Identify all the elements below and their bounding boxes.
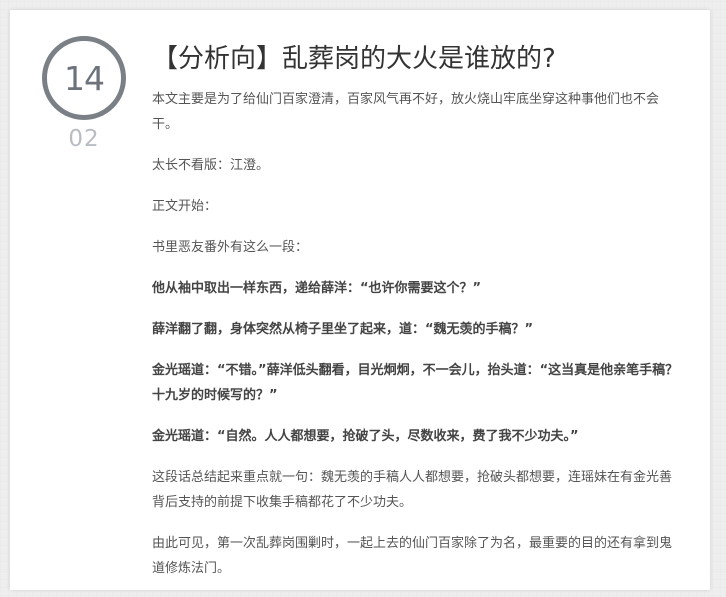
paragraph: 这段话总结起来重点就一句：魏无羡的手稿人人都想要，抢破头都想要，连瑶妹在有金光善…	[152, 470, 673, 510]
post-content: 【分析向】乱葬岗的大火是谁放的? 本文主要是为了给仙门百家澄清，百家风气再不好，…	[152, 42, 682, 597]
quote-paragraph: 薛洋翻了翻，身体突然从椅子里坐了起来，道：“魏无羡的手稿？”	[152, 322, 534, 337]
post-card: 14 02 【分析向】乱葬岗的大火是谁放的? 本文主要是为了给仙门百家澄清，百家…	[10, 10, 710, 590]
paragraph: 太长不看版：江澄。	[152, 158, 270, 173]
paragraph: 本文主要是为了给仙门百家澄清，百家风气再不好，放火烧山牢底坐穿这种事他们也不会干…	[152, 92, 660, 132]
date-day: 14	[64, 58, 105, 98]
post-date: 14 02	[42, 36, 126, 152]
quote-paragraph: 金光瑶道：“自然。人人都想要，抢破了头，尽数收来，费了我不少功夫。”	[152, 429, 579, 444]
date-day-circle: 14	[42, 36, 126, 120]
quote-paragraph: 他从袖中取出一样东西，递给薛洋：“也许你需要这个？”	[152, 281, 482, 296]
paragraph: 正文开始：	[152, 199, 218, 214]
quote-paragraph: 金光瑶道：“不错。”薛洋低头翻看，目光炯炯，不一会儿，抬头道：“这当真是他亲笔手…	[152, 363, 679, 403]
post-title[interactable]: 【分析向】乱葬岗的大火是谁放的?	[152, 42, 682, 76]
paragraph: 由此可见，第一次乱葬岗围剿时，一起上去的仙门百家除了为名，最重要的目的还有拿到鬼…	[152, 536, 673, 576]
post-body: 本文主要是为了给仙门百家澄清，百家风气再不好，放火烧山牢底坐穿这种事他们也不会干…	[152, 87, 682, 581]
date-month: 02	[68, 126, 100, 152]
paragraph: 书里恶友番外有这么一段：	[152, 240, 309, 255]
